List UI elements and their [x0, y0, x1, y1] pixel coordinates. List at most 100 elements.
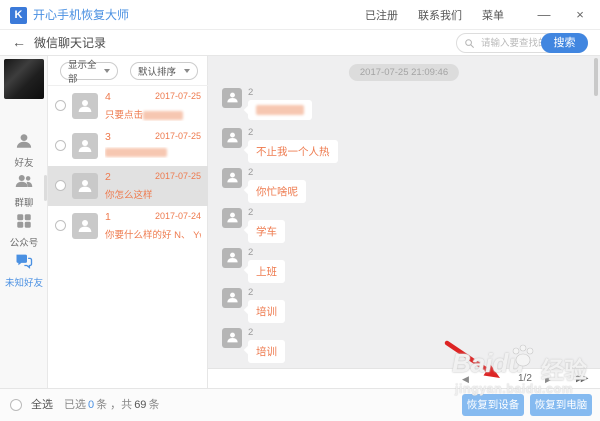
chat-panel: 2017-07-25 21:09:46 2 2 不止我一个人热 2 你忙啥呢 2… [208, 56, 600, 388]
contact-us-link[interactable]: 联系我们 [418, 7, 462, 23]
message-bubble: 上班 [248, 260, 285, 283]
row-date: 2017-07-25 [155, 91, 201, 103]
page-title: 微信聊天记录 [34, 30, 106, 56]
person-icon [226, 251, 239, 264]
conversation-row[interactable]: 1 2017-07-24 你要什么样的好 N、 Yw\... [48, 206, 208, 246]
sender-avatar [222, 88, 242, 108]
bottom-bar: 全选 已选0条 ，共69条 恢复到设备 恢复到电脑 [0, 388, 600, 421]
app-title: 开心手机恢复大师 [33, 0, 129, 30]
row-radio[interactable] [55, 100, 66, 111]
select-all-radio[interactable] [10, 399, 22, 411]
chat-message: 2 上班 [208, 248, 600, 288]
page-indicator: 1/2 [518, 369, 532, 389]
chat-bubbles-icon [15, 252, 33, 270]
contact-avatar [72, 213, 98, 239]
sender-avatar [222, 168, 242, 188]
user-avatar[interactable] [4, 59, 44, 99]
filter-dropdown[interactable]: 显示全部 [60, 62, 118, 80]
total-count: 69 [134, 399, 146, 411]
person-icon [226, 171, 239, 184]
row-radio[interactable] [55, 140, 66, 151]
sender-avatar [222, 248, 242, 268]
chat-scrollbar-thumb[interactable] [594, 58, 598, 96]
sidebar-item-official-accounts[interactable]: 公众号 [0, 212, 48, 250]
close-button[interactable]: × [568, 0, 592, 30]
next-page-icon[interactable]: ▶ [545, 369, 552, 389]
row-date: 2017-07-25 [155, 131, 201, 143]
sort-dropdown[interactable]: 默认排序 [130, 62, 198, 80]
message-bubble: 学车 [248, 220, 285, 243]
selected-count: 0 [88, 399, 94, 411]
row-preview: 只要点击 [105, 110, 143, 121]
paw-icon [508, 342, 538, 372]
sender-avatar [222, 128, 242, 148]
sidebar-scrollbar-thumb[interactable] [44, 175, 47, 201]
person-icon [226, 211, 239, 224]
contact-avatar [72, 133, 98, 159]
censored-text [105, 148, 167, 157]
list-toolbar: 显示全部 默认排序 [48, 56, 208, 86]
message-bubble: 不止我一个人热 [248, 140, 338, 163]
recover-to-computer-button[interactable]: 恢复到电脑 [530, 394, 592, 416]
sidebar-item-unknown-friends[interactable]: 未知好友 [0, 252, 48, 290]
message-bubble: 你忙啥呢 [248, 180, 306, 203]
row-preview: 你怎么这样 [105, 190, 153, 201]
selected-prefix: 已选 [64, 399, 86, 411]
sender-name: 2 [248, 207, 253, 218]
select-all-label[interactable]: 全选 [31, 389, 53, 421]
person-icon [15, 132, 33, 150]
last-page-icon[interactable]: ▶▶ [576, 369, 585, 389]
message-count: 1 [105, 211, 111, 223]
app-logo-icon: K [10, 7, 27, 24]
sender-name: 2 [248, 167, 253, 178]
sender-avatar [222, 208, 242, 228]
back-arrow-icon[interactable]: ← [12, 30, 26, 55]
selection-summary: 已选0条 ，共69条 [64, 389, 159, 421]
conversation-row-selected[interactable]: 22017-07-25 你怎么这样 [48, 166, 208, 206]
row-radio[interactable] [55, 180, 66, 191]
filter-dropdown-label: 显示全部 [68, 57, 99, 85]
person-icon [77, 98, 93, 114]
message-count: 2 [105, 171, 111, 183]
row-preview: 你要什么样的好 N、 Yw\... [105, 230, 201, 241]
sidebar-item-label: 未知好友 [0, 275, 48, 289]
chat-message: 2 [208, 88, 600, 128]
sender-name: 2 [248, 327, 253, 338]
title-bar: K 开心手机恢复大师 已注册 联系我们 菜单 — × [0, 0, 600, 30]
menu-link[interactable]: 菜单 [482, 7, 504, 23]
recover-to-device-button[interactable]: 恢复到设备 [462, 394, 524, 416]
conversation-row[interactable]: 32017-07-25 [48, 126, 208, 166]
sidebar-item-groups[interactable]: 群聊 [0, 172, 48, 210]
sender-name: 2 [248, 127, 253, 138]
row-radio[interactable] [55, 220, 66, 231]
sidebar-item-friends[interactable]: 好友 [0, 132, 48, 170]
grid-icon [15, 212, 33, 230]
censored-text [143, 111, 183, 120]
message-bubble [248, 100, 312, 120]
chevron-down-icon [104, 69, 110, 73]
conversation-list-panel: 显示全部 默认排序 42017-07-25 只要点击 32017-07-25 [48, 56, 208, 388]
row-date: 2017-07-24 [155, 211, 201, 223]
sort-dropdown-label: 默认排序 [138, 64, 176, 78]
censored-text [256, 105, 304, 115]
chat-message: 2 学车 [208, 208, 600, 248]
person-icon [226, 131, 239, 144]
sidebar: 好友 群聊 公众号 未知好友 [0, 56, 48, 388]
contact-avatar [72, 173, 98, 199]
registered-link[interactable]: 已注册 [365, 7, 398, 23]
conversation-row[interactable]: 42017-07-25 只要点击 [48, 86, 208, 126]
sidebar-item-label: 群聊 [0, 195, 48, 209]
chevron-down-icon [184, 69, 190, 73]
sender-name: 2 [248, 287, 253, 298]
sidebar-item-label: 好友 [0, 155, 48, 169]
sender-name: 2 [248, 87, 253, 98]
selected-mid: 条 ，共 [96, 399, 132, 411]
sender-name: 2 [248, 247, 253, 258]
sub-header: ← 微信聊天记录 搜索 [0, 30, 600, 56]
minimize-button[interactable]: — [532, 0, 556, 30]
search-button[interactable]: 搜索 [541, 33, 588, 53]
sender-avatar [222, 328, 242, 348]
app-window: K 开心手机恢复大师 已注册 联系我们 菜单 — × ← 微信聊天记录 搜索 好… [0, 0, 600, 421]
prev-page-icon[interactable]: ◀ [462, 369, 469, 389]
sidebar-item-label: 公众号 [0, 235, 48, 249]
